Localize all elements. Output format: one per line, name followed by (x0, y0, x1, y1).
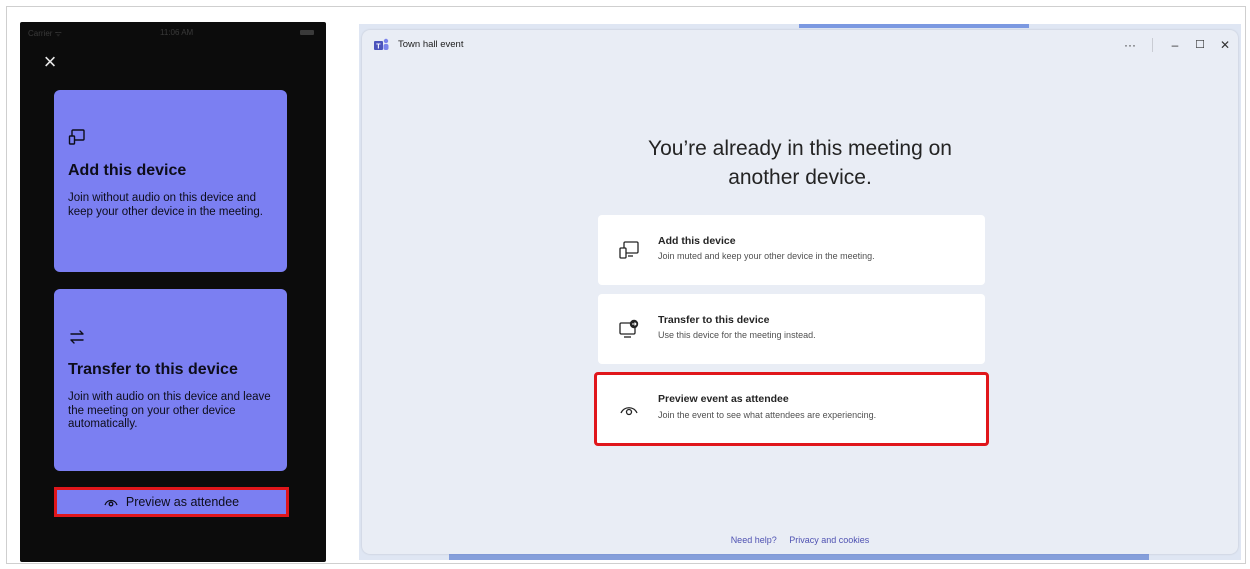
transfer-icon (619, 319, 639, 338)
option-preview-event-description: Join the event to see what attendees are… (658, 410, 877, 420)
svg-text:T: T (376, 44, 381, 51)
minimize-button[interactable]: – (1163, 34, 1187, 56)
title-bar-divider (1152, 38, 1153, 52)
title-bar: T Town hall event ··· – ☐ ✕ (362, 30, 1238, 60)
option-transfer-device[interactable]: Transfer to this device Use this device … (598, 294, 985, 364)
window-title: Town hall event (398, 39, 464, 50)
close-button[interactable]: ✕ (1213, 34, 1237, 56)
teams-app-icon: T (374, 38, 389, 51)
option-preview-event-title: Preview event as attendee (658, 393, 789, 405)
maximize-button[interactable]: ☐ (1188, 34, 1212, 56)
option-add-device[interactable]: Add this device Join muted and keep your… (598, 215, 985, 285)
privacy-link[interactable]: Privacy and cookies (789, 535, 869, 545)
battery-icon (300, 30, 314, 35)
preview-as-attendee-label: Preview as attendee (125, 495, 240, 509)
add-device-description: Join without audio on this device and ke… (68, 192, 263, 218)
option-add-device-description: Join muted and keep your other device in… (658, 251, 875, 261)
transfer-device-description: Join with audio on this device and leave… (68, 391, 271, 430)
add-device-title: Add this device (68, 162, 187, 179)
carrier-label: Carrier ᯤ (28, 29, 62, 38)
heading-line-1: You’re already in this meeting on (648, 137, 952, 160)
heading-line-2: another device. (728, 166, 872, 189)
teams-window: T Town hall event ··· – ☐ ✕ You’re alrea… (362, 30, 1238, 554)
eye-icon (620, 407, 638, 416)
option-transfer-device-title: Transfer to this device (658, 314, 770, 326)
need-help-link[interactable]: Need help? (731, 535, 777, 545)
footer-links: Need help? Privacy and cookies (362, 535, 1238, 545)
wallpaper-accent (799, 24, 1029, 28)
mobile-screen: Carrier ᯤ 11:06 AM × Add this device Joi… (20, 22, 326, 562)
desktop-window: T Town hall event ··· – ☐ ✕ You’re alrea… (359, 24, 1241, 560)
add-device-icon (68, 129, 85, 145)
option-preview-event[interactable]: Preview event as attendee Join the event… (594, 372, 989, 446)
status-time: 11:06 AM (160, 28, 194, 37)
page-heading: You’re already in this meeting on anothe… (362, 134, 1238, 192)
preview-as-attendee-button[interactable]: Preview as attendee (54, 487, 289, 517)
add-device-card[interactable]: Add this device Join without audio on th… (54, 90, 287, 272)
option-add-device-title: Add this device (658, 235, 736, 247)
wallpaper-accent-bottom (449, 554, 1149, 560)
option-transfer-device-description: Use this device for the meeting instead. (658, 330, 816, 340)
status-bar: Carrier ᯤ 11:06 AM (20, 22, 326, 42)
transfer-device-title: Transfer to this device (68, 361, 238, 378)
transfer-device-card[interactable]: Transfer to this device Join with audio … (54, 289, 287, 471)
close-icon[interactable]: × (40, 51, 60, 73)
eye-icon (104, 499, 118, 507)
more-options-button[interactable]: ··· (1118, 34, 1142, 56)
add-device-icon (619, 241, 639, 259)
transfer-icon (70, 330, 84, 344)
